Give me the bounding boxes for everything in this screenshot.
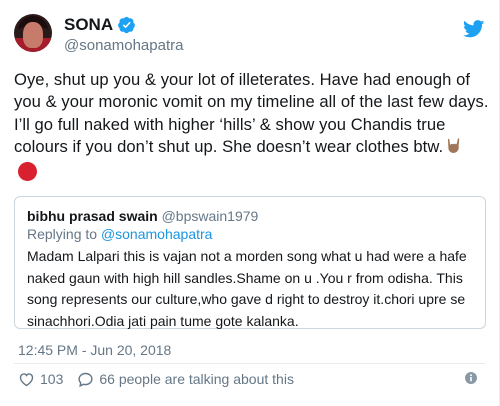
verified-badge-icon [118,16,135,34]
tweet-text: Oye, shut up you & your lot of illeterat… [14,70,489,157]
quoted-author-handle: @bpswain1979 [161,208,259,224]
conversation-button[interactable]: 66 people are talking about this [77,371,294,388]
twitter-bird-icon[interactable] [463,20,485,38]
tweet-card: SONA @sonamohapatra Oye, shut up you & y… [0,0,500,406]
display-name-text[interactable]: SONA [64,15,113,35]
heart-icon [19,372,34,386]
quoted-author-name: bibhu prasad swain [27,208,158,224]
sign-of-the-horns-icon [448,138,460,154]
quoted-tweet[interactable]: bibhu prasad swain @bpswain1979 Replying… [14,196,486,329]
display-name[interactable]: SONA [64,15,183,35]
replying-to-mention[interactable]: @sonamohapatra [101,226,213,242]
replying-to: Replying to @sonamohapatra [27,225,473,243]
avatar[interactable] [14,14,52,52]
tweet-timestamp[interactable]: 12:45 PM - Jun 20, 2018 [18,342,171,358]
tweet-header: SONA @sonamohapatra [14,14,485,64]
speech-bubble-icon [78,372,93,387]
quoted-tweet-text: Madam Lalpari this is vajan not a morden… [27,248,467,329]
divider [14,363,485,364]
talking-count: 66 people are talking about this [99,371,294,387]
tweet-actions: 103 66 people are talking about this [18,369,485,389]
red-circle-icon [18,161,37,181]
author-names[interactable]: SONA @sonamohapatra [64,15,183,56]
replying-to-label: Replying to [27,226,101,242]
info-icon[interactable] [465,372,477,384]
tweet-body: Oye, shut up you & your lot of illeterat… [14,69,492,181]
author-handle[interactable]: @sonamohapatra [64,36,183,56]
like-button[interactable]: 103 [18,371,63,388]
quoted-tweet-header: bibhu prasad swain @bpswain1979 [27,207,473,225]
like-count: 103 [40,371,64,387]
